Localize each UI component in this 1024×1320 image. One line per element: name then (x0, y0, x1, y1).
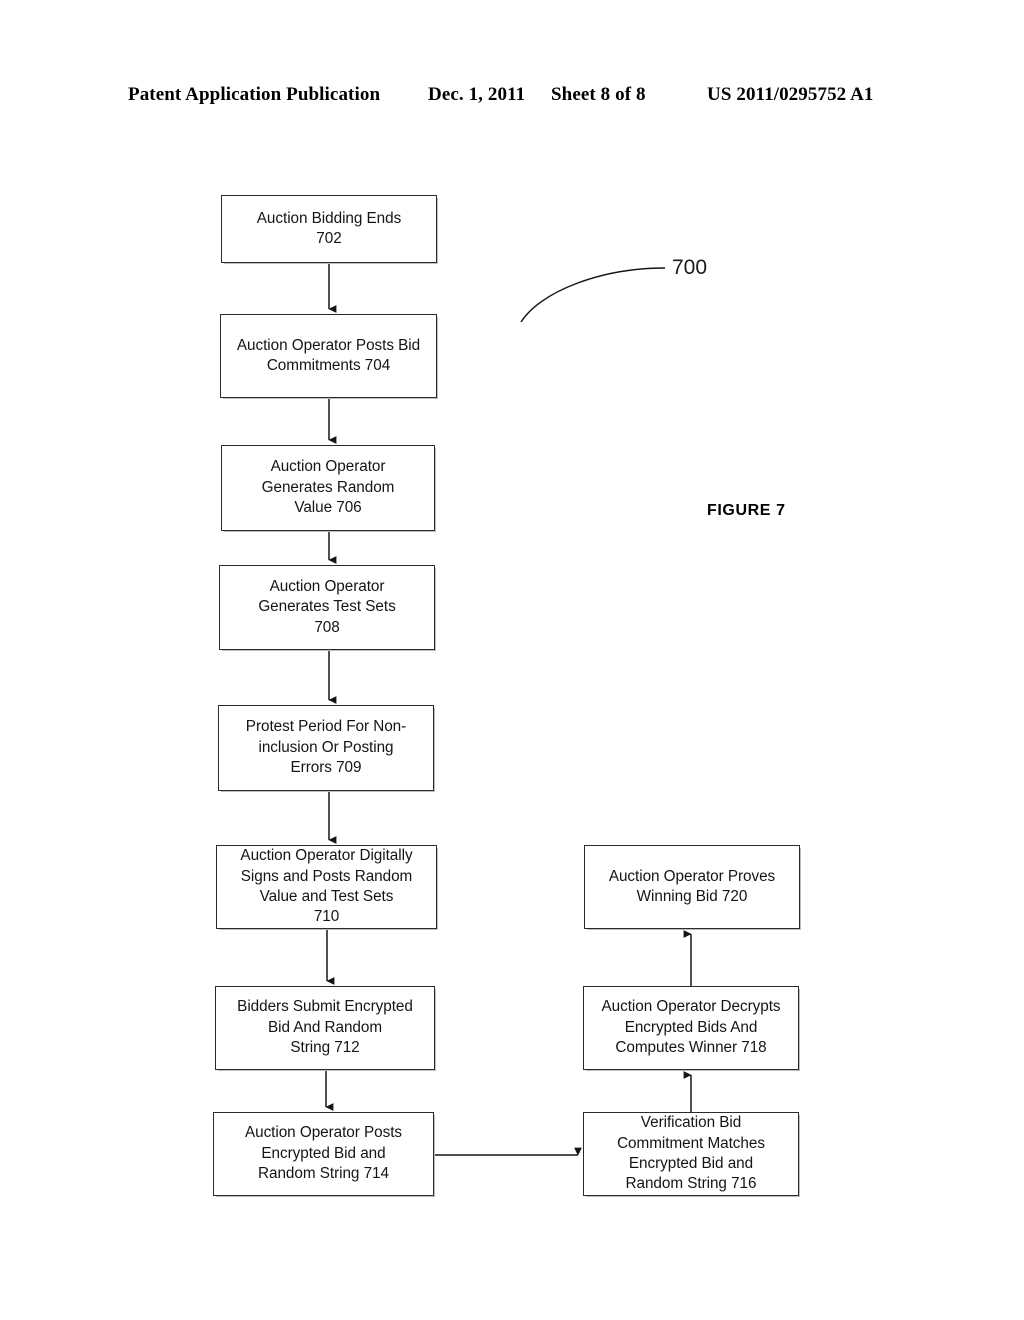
header-document-number: US 2011/0295752 A1 (707, 84, 874, 105)
flow-box-704: Auction Operator Posts Bid Commitments 7… (220, 314, 438, 399)
page-header: Patent Application Publication Dec. 1, 2… (0, 84, 1024, 114)
flow-box-712-text: Bidders Submit Encrypted Bid And Random … (237, 998, 413, 1057)
connector-layer (325, 263, 692, 1156)
flow-box-716-text: Verification Bid Commitment Matches Encr… (617, 1114, 765, 1193)
reference-leader-line-700 (520, 267, 666, 323)
flow-box-702-text: Auction Bidding Ends 702 (256, 209, 402, 247)
flow-box-709: Protest Period For Non- inclusion Or Pos… (218, 705, 435, 792)
flow-box-714: Auction Operator Posts Encrypted Bid and… (213, 1112, 435, 1197)
flow-box-710: Auction Operator Digitally Signs and Pos… (216, 845, 438, 930)
reference-numeral-700: 700 (672, 256, 708, 279)
flow-box-714-text: Auction Operator Posts Encrypted Bid and… (244, 1124, 403, 1183)
flow-box-708: Auction Operator Generates Test Sets 708 (219, 565, 436, 651)
flow-box-718: Auction Operator Decrypts Encrypted Bids… (583, 986, 800, 1071)
flow-box-720: Auction Operator Proves Winning Bid 720 (584, 845, 801, 930)
flow-box-716: Verification Bid Commitment Matches Encr… (583, 1112, 800, 1197)
flow-box-709-text: Protest Period For Non- inclusion Or Pos… (245, 718, 407, 777)
flow-box-712: Bidders Submit Encrypted Bid And Random … (215, 986, 436, 1071)
header-sheet-number: Sheet 8 of 8 (551, 84, 646, 105)
flow-box-710-text: Auction Operator Digitally Signs and Pos… (240, 847, 413, 926)
figure-label: FIGURE 7 (707, 502, 786, 519)
flow-box-708-text: Auction Operator Generates Test Sets 708 (258, 577, 396, 636)
flow-box-706-text: Auction Operator Generates Random Value … (261, 458, 395, 517)
flow-box-718-text: Auction Operator Decrypts Encrypted Bids… (601, 998, 781, 1057)
flow-box-704-text: Auction Operator Posts Bid Commitments 7… (236, 336, 421, 374)
flow-box-720-text: Auction Operator Proves Winning Bid 720 (608, 867, 776, 905)
header-publication-date: Dec. 1, 2011 (428, 84, 526, 105)
flow-box-702: Auction Bidding Ends 702 (221, 195, 438, 264)
header-publication-title: Patent Application Publication (128, 84, 381, 105)
flow-box-706: Auction Operator Generates Random Value … (221, 445, 436, 532)
